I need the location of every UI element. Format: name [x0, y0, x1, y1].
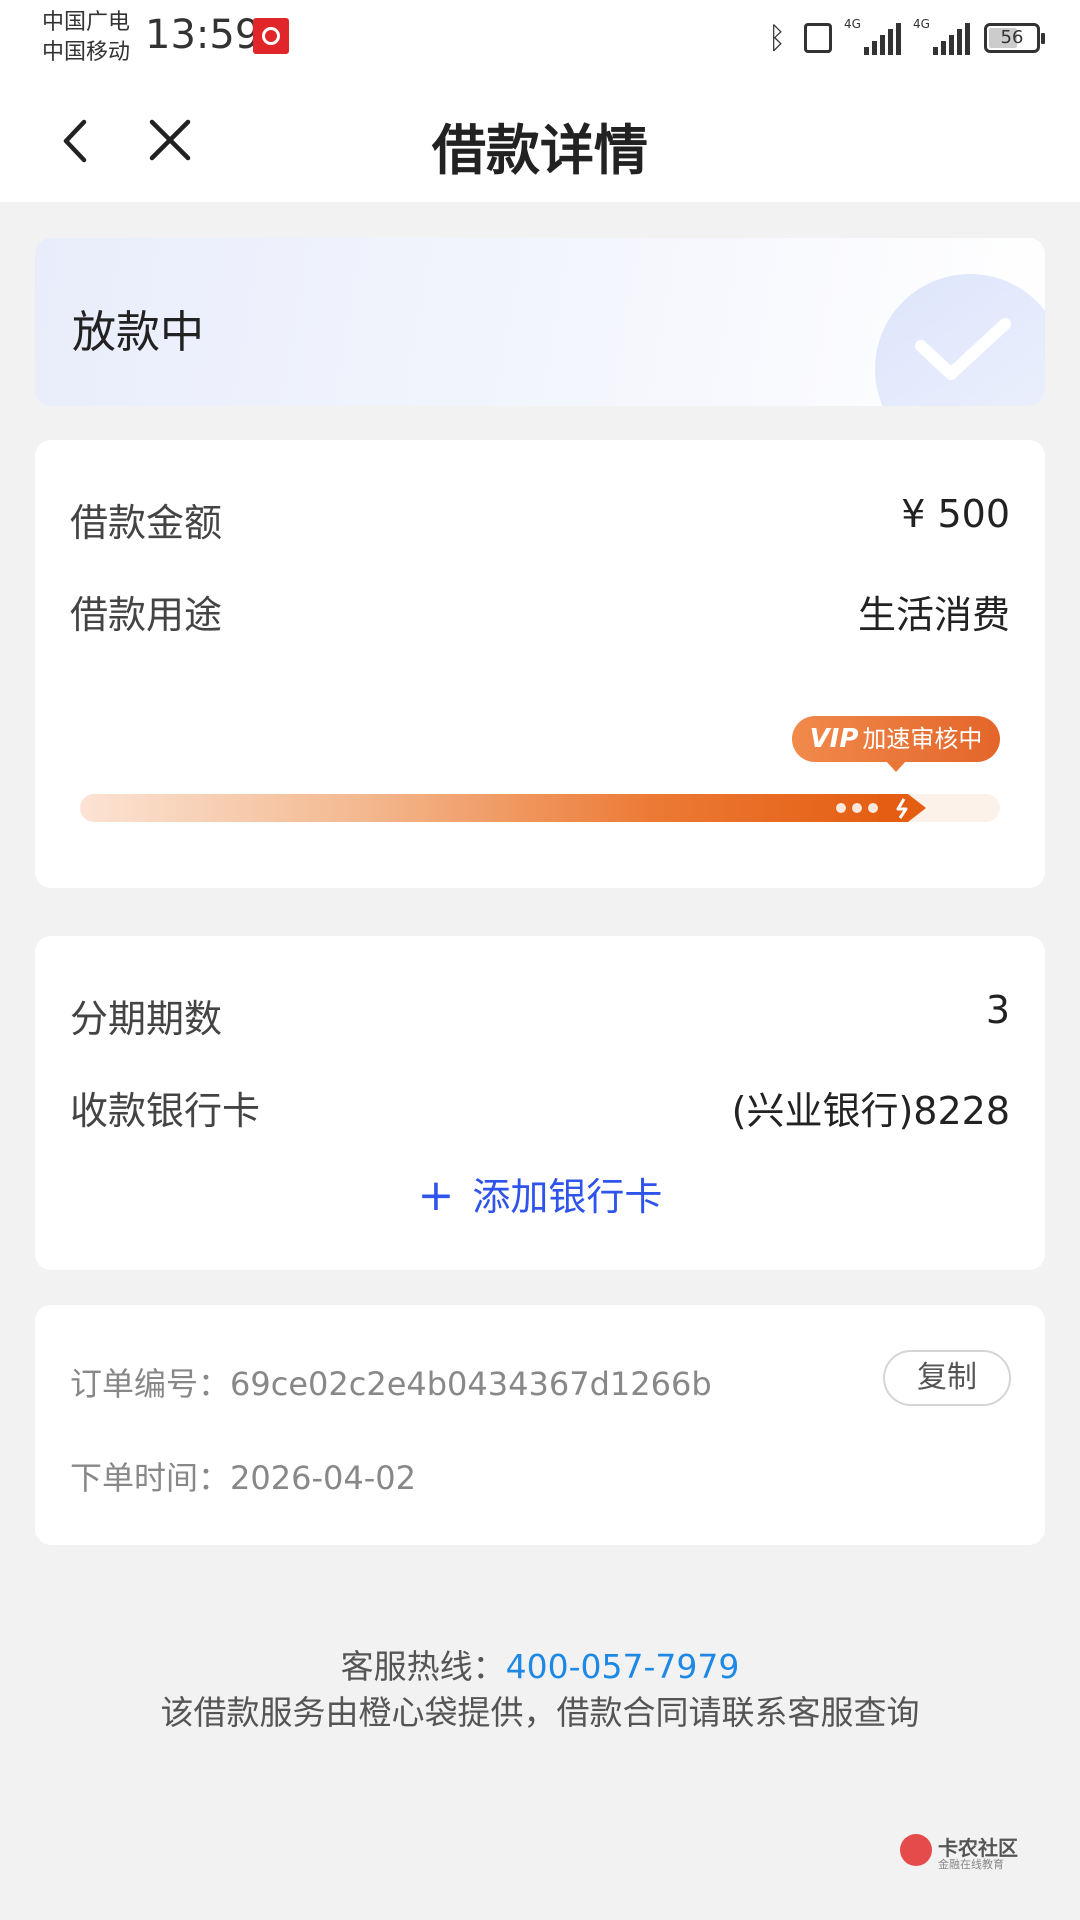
hotline-label: 客服热线：	[340, 1647, 506, 1686]
system-icons: ᛒ 4G 4G 56	[764, 16, 1045, 60]
hotline-number-link[interactable]: 400-057-7979	[506, 1647, 740, 1686]
progress-fill	[80, 794, 896, 822]
status-time: 13:59	[145, 12, 261, 58]
battery-icon: 56	[984, 23, 1045, 53]
app-notification-icon	[253, 18, 289, 54]
carrier-1: 中国广电	[42, 10, 131, 35]
loan-amount-value: ¥ 500	[901, 492, 1010, 536]
copy-order-button[interactable]: 复制	[883, 1350, 1011, 1406]
order-number-row: 订单编号：69ce02c2e4b0434367d1266b	[70, 1359, 712, 1405]
loan-amount-row: 借款金额 ¥ 500	[70, 492, 1010, 552]
order-info-card: 订单编号：69ce02c2e4b0434367d1266b 复制 下单时间：20…	[35, 1305, 1045, 1545]
bank-card-value: (兴业银行)8228	[731, 1089, 1010, 1133]
carrier-2: 中国移动	[42, 40, 131, 65]
periods-value: 3	[985, 988, 1010, 1032]
page-title: 借款详情	[432, 119, 648, 182]
vip-status-text: 加速审核中	[862, 725, 983, 753]
signal-icon-2: 4G	[913, 17, 970, 55]
installment-card: 分期期数 3 收款银行卡 (兴业银行)8228 + 添加银行卡	[35, 936, 1045, 1270]
nav-bar: 借款详情	[0, 80, 1080, 202]
carrier-info: 中国广电 中国移动	[42, 8, 130, 68]
loan-status: 放款中	[72, 307, 204, 358]
loan-purpose-label: 借款用途	[70, 593, 223, 637]
plus-icon: +	[417, 1170, 455, 1221]
vip-accelerate-badge: VIP 加速审核中	[792, 716, 1000, 772]
loan-amount-label: 借款金额	[70, 501, 223, 545]
progress-dots	[836, 803, 878, 813]
add-bank-card-label: 添加银行卡	[472, 1175, 663, 1219]
add-bank-card-button[interactable]: + 添加银行卡	[35, 1166, 1045, 1221]
network-type-2: 4G	[913, 17, 930, 31]
service-disclaimer: 该借款服务由橙心袋提供，借款合同请联系客服查询	[160, 1693, 920, 1732]
bank-card-row[interactable]: 收款银行卡 (兴业银行)8228	[70, 1080, 1010, 1140]
periods-label: 分期期数	[70, 997, 223, 1041]
signal-icon: 4G	[844, 17, 901, 55]
bluetooth-icon: ᛒ	[768, 20, 786, 56]
check-icon	[875, 274, 1045, 406]
bank-card-label: 收款银行卡	[70, 1089, 261, 1133]
status-bar: 中国广电 中国移动 13:59 ᛒ 4G 4G 56	[0, 0, 1080, 80]
customer-service-line: 客服热线：400-057-7979	[0, 1640, 1080, 1688]
watermark-icon	[900, 1834, 932, 1866]
periods-row: 分期期数 3	[70, 988, 1010, 1048]
network-type-1: 4G	[844, 17, 861, 31]
review-progress-bar	[80, 794, 1000, 822]
watermark-sub: 金融在线教育	[938, 1858, 1004, 1871]
order-time-label: 下单时间：	[70, 1459, 231, 1497]
vibrate-icon	[804, 23, 832, 53]
order-number-label: 订单编号：	[70, 1365, 231, 1403]
order-number-value: 69ce02c2e4b0434367d1266b	[230, 1365, 712, 1403]
watermark-logo: 卡农社区 金融在线教育	[900, 1832, 1020, 1872]
lightning-icon	[878, 794, 926, 822]
loan-info-card: 借款金额 ¥ 500 借款用途 生活消费 VIP 加速审核中	[35, 440, 1045, 888]
order-time-value: 2026-04-02	[230, 1459, 416, 1497]
battery-level: 56	[1000, 27, 1024, 48]
vip-label: VIP	[809, 724, 859, 754]
loan-purpose-row: 借款用途 生活消费	[70, 584, 1010, 644]
order-time-row: 下单时间：2026-04-02	[70, 1453, 416, 1499]
loan-purpose-value: 生活消费	[857, 593, 1010, 637]
loan-status-card: 放款中	[35, 238, 1045, 406]
